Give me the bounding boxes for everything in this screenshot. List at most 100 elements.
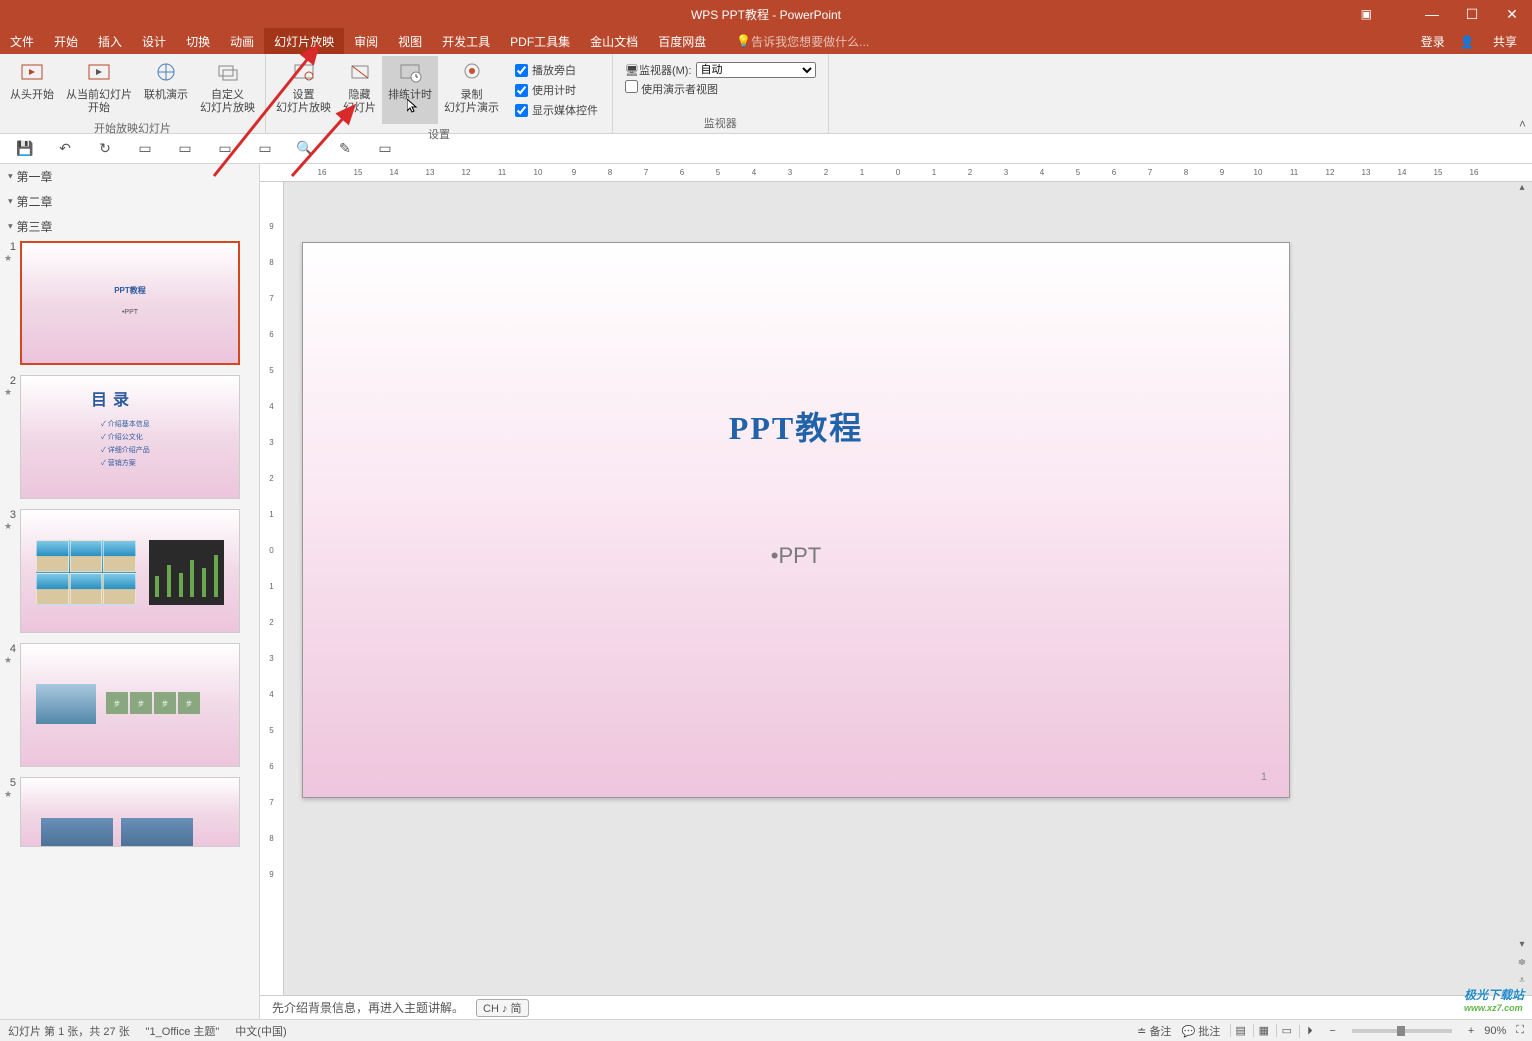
ribbon-display-icon[interactable]: ▣ (1361, 7, 1372, 21)
rehearse-timings-button[interactable]: 排练计时 (382, 56, 438, 124)
slide-body[interactable]: •PPT (303, 543, 1289, 569)
tab-view[interactable]: 视图 (388, 28, 432, 54)
slide-counter[interactable]: 幻灯片 第 1 张，共 27 张 (8, 1023, 130, 1039)
scroll-down-button[interactable]: ▾ (1514, 939, 1530, 955)
group-label-setup: 设置 (270, 124, 608, 144)
collapse-ribbon-button[interactable]: ˄ (1519, 117, 1526, 131)
show-media-checkbox[interactable]: 显示媒体控件 (515, 102, 598, 118)
watermark: 极光下载站 www.xz7.com (1464, 986, 1524, 1013)
thumb-3[interactable] (20, 509, 240, 633)
save-icon[interactable]: 💾 (10, 140, 40, 157)
login-button[interactable]: 登录 (1421, 33, 1445, 50)
slideshow-view-button[interactable]: ⏵ (1299, 1025, 1319, 1038)
tab-review[interactable]: 审阅 (344, 28, 388, 54)
fit-window-button[interactable]: ⛶ (1516, 1024, 1524, 1037)
zoom-slider[interactable] (1352, 1029, 1452, 1033)
redo-icon[interactable]: ↻ (90, 140, 120, 157)
thumb-5[interactable] (20, 777, 240, 847)
tell-me-search[interactable]: 💡 告诉我您想要做什么... (736, 33, 869, 50)
thumb-5-wrap[interactable]: 5★ (0, 775, 259, 855)
thumb-4-wrap[interactable]: 4★ 步步步步 (0, 641, 259, 775)
reading-view-button[interactable]: ▭ (1276, 1024, 1296, 1037)
globe-icon (152, 59, 180, 87)
workspace: 第一章 第二章 第三章 1★ PPT教程 •PPT 2★ 目录 ✓ 介绍基本信息… (0, 164, 1532, 1019)
thumb-2[interactable]: 目录 ✓ 介绍基本信息 ✓ 介绍公文化 ✓ 详细介绍产品 ✓ 营销方案 (20, 375, 240, 499)
section-3[interactable]: 第三章 (0, 214, 259, 239)
minimize-button[interactable]: — (1412, 6, 1452, 23)
thumb-1-wrap[interactable]: 1★ PPT教程 •PPT (0, 239, 259, 373)
tab-file[interactable]: 文件 (0, 28, 44, 54)
view-buttons: ▤ ▦ ▭ ⏵ (1230, 1024, 1319, 1038)
tab-insert[interactable]: 插入 (88, 28, 132, 54)
thumb-2-wrap[interactable]: 2★ 目录 ✓ 介绍基本信息 ✓ 介绍公文化 ✓ 详细介绍产品 ✓ 营销方案 (0, 373, 259, 507)
from-beginning-button[interactable]: 从头开始 (4, 56, 60, 118)
zoom-out-button[interactable]: − (1329, 1025, 1335, 1037)
close-button[interactable]: ✕ (1492, 6, 1532, 23)
group-label-start: 开始放映幻灯片 (4, 118, 261, 138)
setup-icon (290, 59, 318, 87)
cursor-icon (407, 99, 419, 113)
tab-transition[interactable]: 切换 (176, 28, 220, 54)
hide-slide-button[interactable]: 隐藏 幻灯片 (337, 56, 382, 124)
tab-animation[interactable]: 动画 (220, 28, 264, 54)
playback-options: 播放旁白 使用计时 显示媒体控件 (505, 56, 608, 124)
qat-icon-6[interactable]: ▭ (210, 140, 240, 157)
slide-title[interactable]: PPT教程 (303, 403, 1289, 449)
notes-text[interactable]: 先介绍背景信息，再进入主题讲解。 (272, 999, 464, 1016)
notes-toggle[interactable]: ≐ 备注 (1137, 1023, 1171, 1039)
record-slideshow-button[interactable]: 录制 幻灯片演示 (438, 56, 505, 124)
canvas-area[interactable]: PPT教程 •PPT 1 ▴ ▾ ≑ ⩡ (284, 182, 1532, 995)
titlebar: WPS PPT教程 - PowerPoint ▣ — ☐ ✕ (0, 0, 1532, 28)
tab-baidu[interactable]: 百度网盘 (648, 28, 716, 54)
thumb-3-wrap[interactable]: 3★ (0, 507, 259, 641)
monitor-select[interactable]: 自动 (696, 62, 816, 78)
custom-show-button[interactable]: 自定义 幻灯片放映 (194, 56, 261, 118)
notes-pane[interactable]: 先介绍背景信息，再进入主题讲解。 CH ♪ 简 (260, 995, 1532, 1019)
qat-icon-4[interactable]: ▭ (130, 140, 160, 157)
zoom-value[interactable]: 90% (1484, 1025, 1506, 1037)
sorter-view-button[interactable]: ▦ (1253, 1024, 1273, 1037)
zoom-in-button[interactable]: + (1468, 1025, 1474, 1037)
tab-jinshan[interactable]: 金山文档 (580, 28, 648, 54)
horizontal-ruler[interactable]: 1615141312111098765432101234567891011121… (260, 164, 1532, 182)
presenter-view-checkbox[interactable]: 使用演示者视图 (625, 80, 718, 97)
thumb-4[interactable]: 步步步步 (20, 643, 240, 767)
custom-slideshow-icon (214, 59, 242, 87)
ribbon-group-monitor: 🖥 监视器(M): 自动 使用演示者视图 监视器 (613, 54, 829, 133)
prev-slide-button[interactable]: ≑ (1514, 957, 1530, 973)
section-2[interactable]: 第二章 (0, 189, 259, 214)
from-current-button[interactable]: 从当前幻灯片 开始 (60, 56, 138, 118)
ribbon: 从头开始 从当前幻灯片 开始 联机演示 自定义 幻灯片放映 开始放映幻灯片 设置… (0, 54, 1532, 134)
normal-view-button[interactable]: ▤ (1230, 1024, 1250, 1037)
slide-canvas[interactable]: PPT教程 •PPT 1 (302, 242, 1290, 798)
window-controls: — ☐ ✕ (1412, 6, 1532, 23)
tab-pdf[interactable]: PDF工具集 (500, 28, 580, 54)
maximize-button[interactable]: ☐ (1452, 6, 1492, 23)
present-online-button[interactable]: 联机演示 (138, 56, 194, 118)
use-timings-checkbox[interactable]: 使用计时 (515, 82, 598, 98)
ribbon-group-start-show: 从头开始 从当前幻灯片 开始 联机演示 自定义 幻灯片放映 开始放映幻灯片 (0, 54, 266, 133)
language-indicator[interactable]: 中文(中国) (235, 1023, 286, 1039)
section-1[interactable]: 第一章 (0, 164, 259, 189)
slide-outline-panel[interactable]: 第一章 第二章 第三章 1★ PPT教程 •PPT 2★ 目录 ✓ 介绍基本信息… (0, 164, 260, 1019)
tab-design[interactable]: 设计 (132, 28, 176, 54)
monitor-label: 监视器(M): (639, 62, 692, 78)
comments-toggle[interactable]: 💬 批注 (1181, 1023, 1220, 1039)
thumb-1[interactable]: PPT教程 •PPT (20, 241, 240, 365)
slide-page-number: 1 (1261, 771, 1267, 783)
tab-slideshow[interactable]: 幻灯片放映 (264, 28, 344, 54)
tab-home[interactable]: 开始 (44, 28, 88, 54)
play-narration-checkbox[interactable]: 播放旁白 (515, 62, 598, 78)
play-from-start-icon (18, 59, 46, 87)
play-from-current-icon (85, 59, 113, 87)
ime-indicator[interactable]: CH ♪ 简 (476, 999, 529, 1017)
window-title: WPS PPT教程 - PowerPoint (691, 6, 841, 23)
setup-slideshow-button[interactable]: 设置 幻灯片放映 (270, 56, 337, 124)
undo-icon[interactable]: ↶ (50, 140, 80, 157)
ribbon-group-setup: 设置 幻灯片放映 隐藏 幻灯片 排练计时 录制 幻灯片演示 播放旁白 使用计时 … (266, 54, 613, 133)
tab-devtools[interactable]: 开发工具 (432, 28, 500, 54)
qat-icon-5[interactable]: ▭ (170, 140, 200, 157)
vertical-ruler[interactable]: 9876543210123456789 (260, 182, 284, 995)
scroll-up-button[interactable]: ▴ (1514, 182, 1530, 198)
share-button[interactable]: 👤 共享 (1460, 33, 1517, 50)
